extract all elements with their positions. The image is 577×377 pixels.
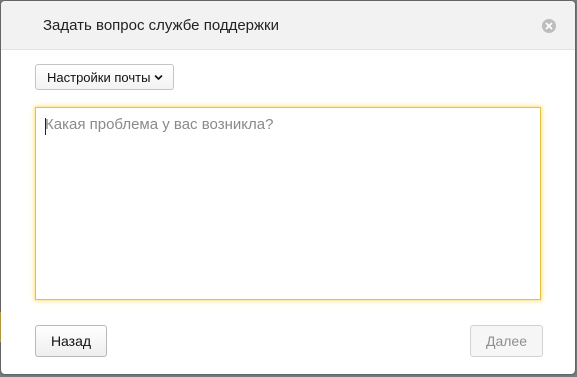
- question-field-frame: [35, 107, 541, 300]
- close-button[interactable]: [542, 19, 556, 33]
- back-button[interactable]: Назад: [35, 325, 107, 357]
- mail-settings-dropdown[interactable]: Настройки почты: [35, 64, 175, 90]
- dialog-title: Задать вопрос службе поддержки: [43, 17, 279, 34]
- question-textarea[interactable]: [36, 108, 540, 299]
- next-button[interactable]: Далее: [470, 325, 543, 357]
- dialog-header: Задать вопрос службе поддержки: [1, 1, 575, 50]
- chevron-down-icon: [155, 74, 163, 80]
- support-dialog: Задать вопрос службе поддержки Настройки…: [1, 1, 575, 374]
- text-caret: [45, 118, 46, 135]
- mail-settings-label: Настройки почты: [47, 69, 151, 85]
- close-icon: [545, 22, 553, 30]
